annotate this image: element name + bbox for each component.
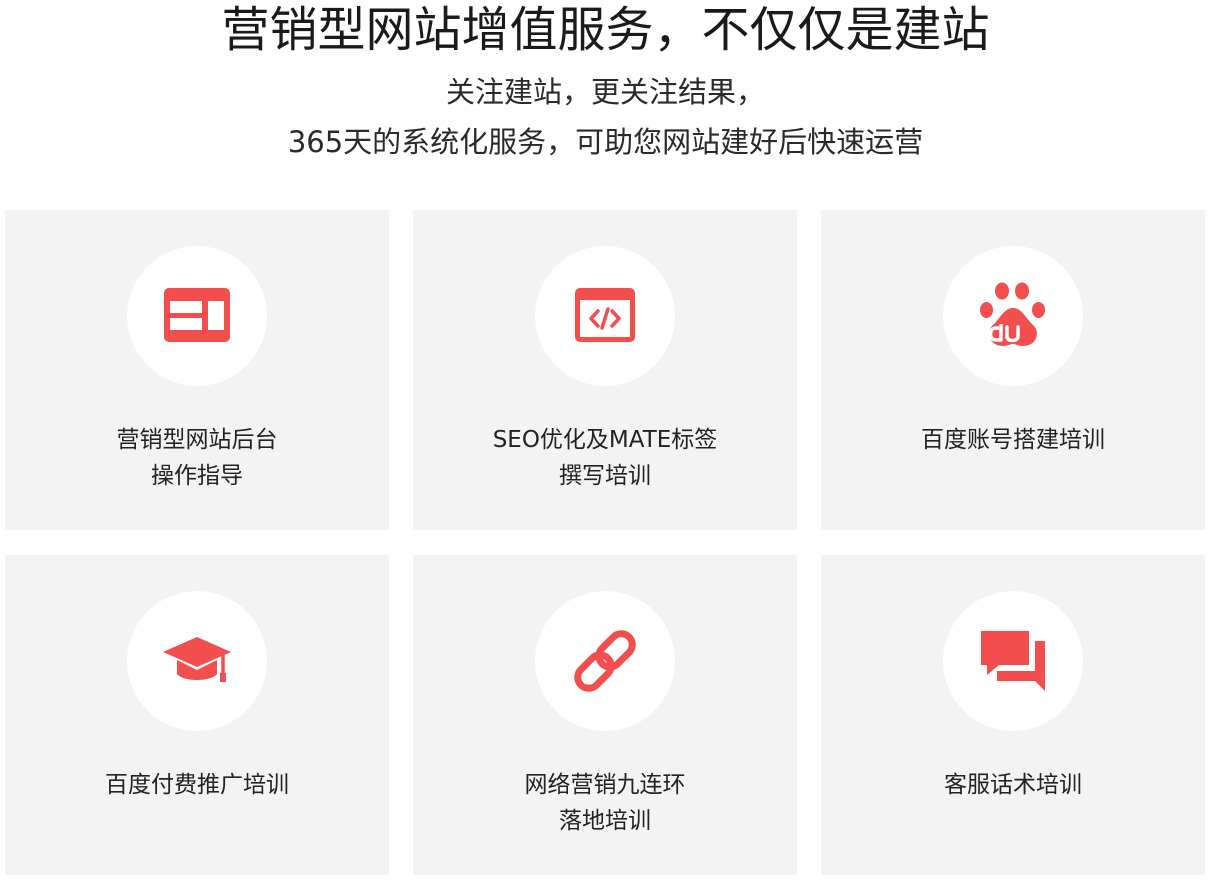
service-label: 百度付费推广培训 bbox=[5, 767, 389, 803]
service-label-line-1: 百度付费推广培训 bbox=[105, 772, 289, 798]
page-subtitle-line-2: 365天的系统化服务，可助您网站建好后快速运营 bbox=[287, 125, 924, 159]
service-label-line-1: 百度账号搭建培训 bbox=[921, 427, 1105, 453]
service-card-marketing-chain[interactable]: 网络营销九连环 落地培训 bbox=[413, 555, 797, 875]
page-title: 营销型网站增值服务，不仅仅是建站 bbox=[221, 2, 990, 58]
service-label: 客服话术培训 bbox=[821, 767, 1205, 803]
service-label: 网络营销九连环 落地培训 bbox=[413, 767, 797, 839]
graduation-cap-icon bbox=[163, 637, 231, 682]
service-card-seo-training[interactable]: SEO优化及MATE标签 撰写培训 bbox=[413, 210, 797, 530]
baidu-paw-icon bbox=[980, 282, 1045, 346]
service-label-line-1: SEO优化及MATE标签 bbox=[492, 427, 718, 453]
link-icon bbox=[574, 630, 636, 692]
service-label-line-2: 撰写培训 bbox=[559, 463, 651, 489]
layout-icon bbox=[164, 288, 230, 342]
icon-circle bbox=[943, 591, 1083, 731]
chat-bubbles-icon bbox=[981, 631, 1045, 691]
icon-circle bbox=[127, 591, 267, 731]
code-icon bbox=[575, 288, 635, 342]
icon-circle bbox=[535, 591, 675, 731]
service-label-line-1: 客服话术培训 bbox=[944, 772, 1082, 798]
icon-circle bbox=[943, 246, 1083, 386]
service-label-line-2: 落地培训 bbox=[559, 808, 651, 834]
service-card-customer-service-script[interactable]: 客服话术培训 bbox=[821, 555, 1205, 875]
page-subtitle-line-1: 关注建站，更关注结果， bbox=[445, 75, 765, 109]
service-label-line-1: 营销型网站后台 bbox=[116, 427, 278, 453]
service-card-baidu-account[interactable]: 百度账号搭建培训 bbox=[821, 210, 1205, 530]
service-label: 营销型网站后台 操作指导 bbox=[5, 422, 389, 494]
service-label: 百度账号搭建培训 bbox=[821, 422, 1205, 458]
service-label: SEO优化及MATE标签 撰写培训 bbox=[413, 422, 797, 494]
icon-circle bbox=[535, 246, 675, 386]
service-label-line-2: 操作指导 bbox=[151, 463, 243, 489]
service-label-line-1: 网络营销九连环 bbox=[524, 772, 686, 798]
service-card-baidu-paid-promotion[interactable]: 百度付费推广培训 bbox=[5, 555, 389, 875]
icon-circle bbox=[127, 246, 267, 386]
service-card-backend-guide[interactable]: 营销型网站后台 操作指导 bbox=[5, 210, 389, 530]
